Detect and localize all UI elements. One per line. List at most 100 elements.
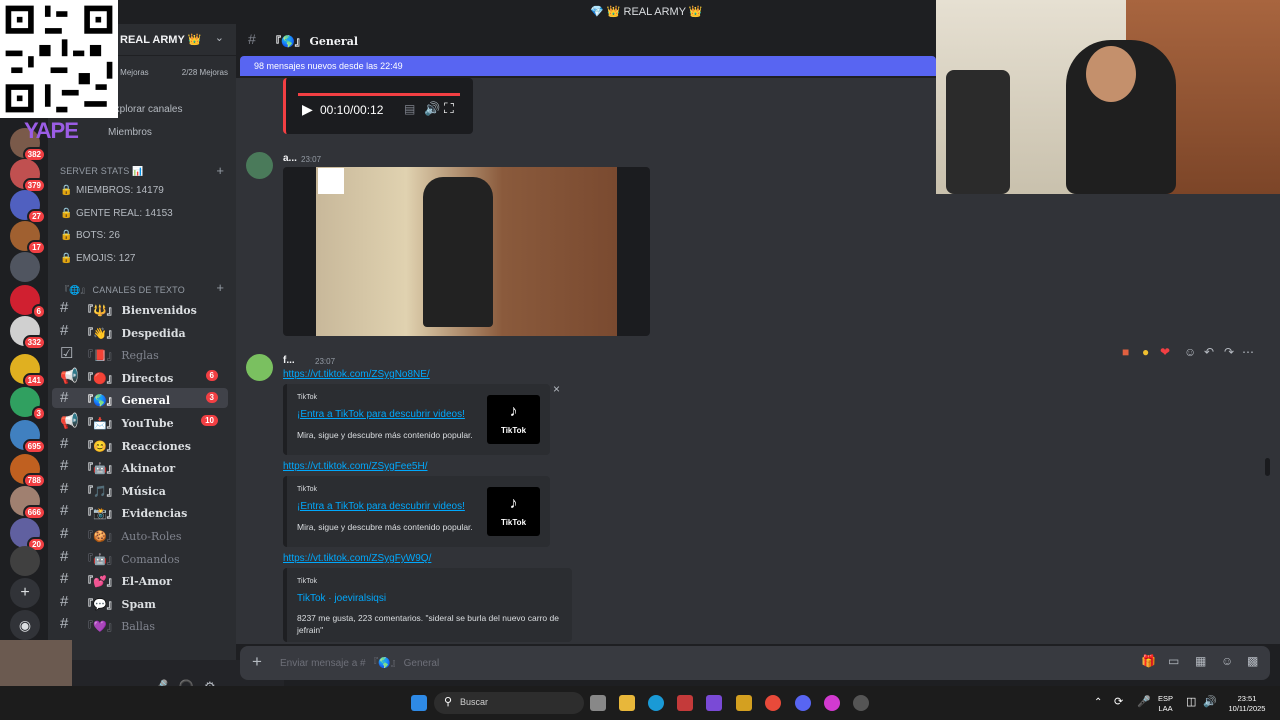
embed-title[interactable]: ¡Entra a TikTok para descubrir videos! (297, 409, 465, 420)
add-channel-icon[interactable]: + (216, 280, 224, 295)
windows-start-icon[interactable] (411, 695, 427, 711)
app-icon[interactable] (706, 695, 722, 711)
tiktok-link[interactable]: https://vt.tiktok.com/ZSygNo8NE/ (283, 369, 430, 380)
avatar[interactable] (246, 354, 273, 381)
server-icon[interactable]: 695 (10, 420, 46, 454)
video-progress[interactable] (298, 93, 460, 96)
taskbar-search[interactable]: ⚲ Buscar (434, 692, 584, 714)
message-input[interactable] (280, 654, 980, 672)
video-player[interactable]: ▶ 00:10/00:12 ▤ 🔊 ⛶ (283, 78, 473, 134)
reply-icon[interactable]: ↶ (1204, 345, 1214, 359)
volume-icon[interactable]: 🔊 (424, 101, 440, 117)
channel-item[interactable]: ☑ 『📕』 Reglas (52, 343, 228, 363)
channel-item[interactable]: # 『🤖』 Akinator (52, 456, 228, 476)
server-icon[interactable]: 6 (10, 285, 46, 319)
server-icon[interactable]: 332 (10, 316, 46, 350)
forward-icon[interactable]: ↷ (1224, 345, 1234, 359)
channel-label: 『💜』 Ballas (82, 620, 156, 634)
gift-icon[interactable]: 🎁 (1141, 654, 1156, 668)
channel-item[interactable]: 📢 『📩』 YouTube 10 (52, 411, 228, 431)
members-link[interactable]: Miembros (108, 127, 152, 138)
channel-item[interactable]: # 『📸』 Evidencias (52, 501, 228, 521)
play-icon[interactable]: ▶ (302, 101, 313, 118)
sync-icon[interactable]: ⟳ (1114, 697, 1123, 708)
channel-item[interactable]: # 『💕』 El-Amor (52, 569, 228, 589)
stats-category[interactable]: SERVER STATS 📊 (60, 166, 144, 177)
chrome-icon[interactable] (765, 695, 781, 711)
server-icon[interactable]: 3 (10, 387, 46, 421)
gif-icon[interactable]: ▭ (1168, 654, 1179, 668)
scrollbar-thumb[interactable] (1265, 458, 1270, 476)
channel-item[interactable]: # 『💜』 Ballas (52, 614, 228, 634)
streamer-avatar (0, 640, 72, 686)
captions-icon[interactable]: ▤ (404, 102, 415, 116)
sticker-icon[interactable]: ▦ (1195, 654, 1206, 668)
tiktok-thumbnail[interactable]: ♪ TikTok (487, 487, 540, 536)
server-badge: 3 (31, 406, 46, 421)
qr-thumbnail (318, 168, 344, 194)
server-icon[interactable]: 666 (10, 486, 46, 520)
server-icon[interactable]: 17 (10, 221, 46, 255)
message-author[interactable]: f... (283, 355, 295, 366)
app-icon[interactable] (824, 695, 840, 711)
reaction-emoji-icon[interactable]: ■ (1122, 345, 1129, 359)
heart-icon[interactable]: ❤ (1160, 345, 1170, 359)
channel-label: 『🔴』 Directos (82, 371, 174, 385)
hash-icon: # (60, 434, 69, 452)
chevron-up-icon[interactable]: ⌃ (1094, 698, 1102, 708)
browse-channels[interactable]: Explorar canales (108, 104, 182, 115)
embed-title[interactable]: ¡Entra a TikTok para descubrir videos! (297, 501, 465, 512)
add-reaction-icon[interactable]: ☺ (1184, 345, 1196, 359)
channel-item[interactable]: # 『😊』 Reacciones (52, 434, 228, 454)
new-messages-banner[interactable]: 98 mensajes nuevos desde las 22:49 (240, 56, 936, 76)
embed-title[interactable]: TikTok · joeviralsiqsi (297, 593, 386, 604)
server-icon[interactable]: 27 (10, 190, 46, 224)
channel-item[interactable]: # 『🔱』 Bienvenidos (52, 298, 228, 318)
server-icon[interactable]: 20 (10, 518, 46, 552)
channel-item[interactable]: # 『🎵』 Música (52, 479, 228, 499)
app-icon[interactable] (853, 695, 869, 711)
volume-icon[interactable]: 🔊 (1203, 697, 1217, 708)
channel-item[interactable]: # 『🌎』 General 3 (52, 388, 228, 409)
channel-item[interactable]: # 『💬』 Spam (52, 592, 228, 612)
channel-item[interactable]: # 『👋』 Despedida (52, 321, 228, 341)
attach-plus-icon[interactable]: + (252, 652, 262, 672)
microphone-icon[interactable]: 🎤 (1137, 697, 1151, 708)
channel-item[interactable]: # 『🤖』 Comandos (52, 547, 228, 567)
apps-icon[interactable]: ▩ (1247, 654, 1258, 668)
server-icon[interactable]: 788 (10, 454, 46, 488)
app-icon[interactable] (736, 695, 752, 711)
tiktok-thumbnail[interactable]: ♪ TikTok (487, 395, 540, 444)
hash-icon: # (60, 389, 69, 407)
app-icon[interactable] (677, 695, 693, 711)
add-channel-icon[interactable]: + (216, 163, 224, 178)
server-icon[interactable]: 379 (10, 159, 46, 193)
more-icon[interactable]: ⋯ (1242, 345, 1254, 359)
close-icon[interactable]: × (553, 382, 560, 396)
boost-bar[interactable]: 💎 Mejoras 2/28 Mejoras (108, 65, 228, 81)
tiktok-link[interactable]: https://vt.tiktok.com/ZSygFyW9Q/ (283, 553, 431, 564)
server-icon[interactable]: 141 (10, 354, 46, 388)
reaction-emoji-icon[interactable]: ● (1142, 345, 1149, 359)
tiktok-link[interactable]: https://vt.tiktok.com/ZSygFee5H/ (283, 461, 428, 472)
emoji-icon[interactable]: ☺ (1221, 654, 1233, 668)
discover-icon[interactable]: ◉ (10, 610, 40, 640)
server-icon[interactable] (10, 546, 40, 576)
fullscreen-icon[interactable]: ⛶ (444, 100, 454, 117)
clock[interactable]: 23:51 10/11/2025 (1224, 694, 1270, 714)
image-attachment[interactable] (283, 167, 650, 336)
input-language[interactable]: ESP LAA (1158, 694, 1173, 714)
discord-icon[interactable] (795, 695, 811, 711)
server-icon[interactable] (10, 252, 40, 282)
channel-item[interactable]: # 『🍪』 Auto-Roles (52, 524, 228, 544)
message-author[interactable]: a... (283, 153, 297, 164)
file-explorer-icon[interactable] (619, 695, 635, 711)
task-view-icon[interactable] (590, 695, 606, 711)
avatar[interactable] (246, 152, 273, 179)
chevron-down-icon[interactable]: ⌄ (215, 31, 224, 44)
channel-item[interactable]: 📢 『🔴』 Directos 6 (52, 366, 228, 386)
text-category[interactable]: 『🌐』 CANALES DE TEXTO (60, 283, 185, 296)
edge-icon[interactable] (648, 695, 664, 711)
add-server-icon[interactable]: + (10, 578, 40, 608)
network-icon[interactable]: ◫ (1186, 697, 1196, 708)
